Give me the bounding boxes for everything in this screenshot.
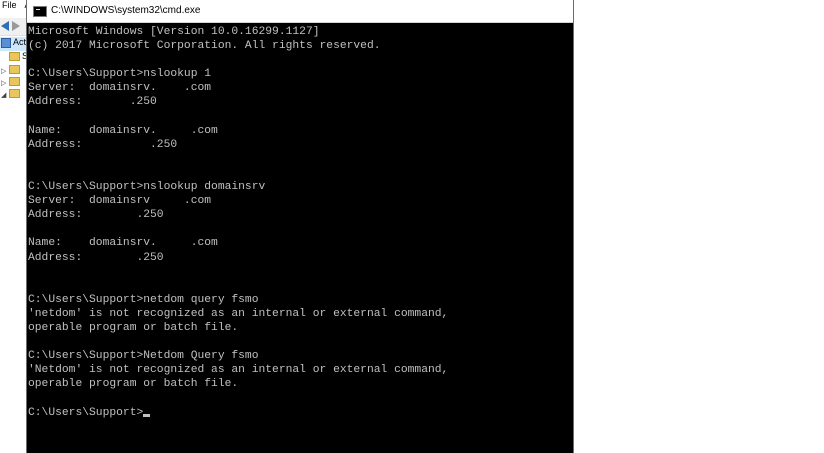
console-line: C:\Users\Support>nslookup 1 xyxy=(28,68,212,81)
console-line: (c) 2017 Microsoft Corporation. All righ… xyxy=(28,40,381,53)
tree-item-label: Activ xyxy=(13,37,27,47)
folder-icon xyxy=(9,52,20,62)
forward-arrow-icon[interactable] xyxy=(12,21,20,31)
cmd-app-icon[interactable] xyxy=(33,6,47,17)
background-menubar: FileA xyxy=(0,0,26,18)
console-line: Name: domainsrv. .com xyxy=(28,124,218,137)
console-prompt-line[interactable]: C:\Users\Support> xyxy=(28,406,568,420)
console-line: Address: .250 xyxy=(28,138,178,151)
console-line: 'Netdom' is not recognized as an interna… xyxy=(28,364,449,377)
console-line: C:\Users\Support>nslookup domainsrv xyxy=(28,181,266,194)
console-line: Microsoft Windows [Version 10.0.16299.11… xyxy=(28,26,320,38)
console-line: 'netdom' is not recognized as an interna… xyxy=(28,307,449,320)
console-line: Address: .250 xyxy=(28,96,157,109)
console-line: Name: domainsrv. .com xyxy=(28,237,218,250)
back-arrow-icon[interactable] xyxy=(1,21,9,31)
console-line: operable program or batch file. xyxy=(28,378,239,391)
cmd-window[interactable]: C:\WINDOWS\system32\cmd.exe Microsoft Wi… xyxy=(26,0,574,453)
folder-icon xyxy=(9,65,20,75)
console-line: operable program or batch file. xyxy=(28,321,239,334)
console-prompt: C:\Users\Support> xyxy=(28,406,144,419)
folder-icon xyxy=(9,77,20,87)
console-line: C:\Users\Support>netdom query fsmo xyxy=(28,293,259,306)
background-toolbar xyxy=(0,18,26,36)
tree-item-saved-queries[interactable]: Sa xyxy=(0,51,26,65)
cmd-titlebar[interactable]: C:\WINDOWS\system32\cmd.exe xyxy=(27,0,573,23)
console-output[interactable]: Microsoft Windows [Version 10.0.16299.11… xyxy=(28,25,568,450)
window-title: C:\WINDOWS\system32\cmd.exe xyxy=(51,5,201,16)
console-line: C:\Users\Support>Netdom Query fsmo xyxy=(28,350,259,363)
background-mmc-window: FileA Activ Sa ▷ ▷ ◢ xyxy=(0,0,27,453)
collapse-chevron-icon[interactable]: ◢ xyxy=(1,91,6,99)
expand-chevron-icon[interactable]: ▷ xyxy=(1,67,6,75)
console-line: Server: domainsrv. .com xyxy=(28,82,212,95)
tree-item-folder[interactable]: ◢ xyxy=(0,88,22,102)
folder-icon xyxy=(9,89,20,99)
console-line: Server: domainsrv .com xyxy=(28,195,212,208)
console-line: Address: .250 xyxy=(28,251,164,264)
text-cursor xyxy=(143,413,151,417)
expand-chevron-icon[interactable]: ▷ xyxy=(1,79,6,87)
tree-item-active-directory[interactable]: Activ xyxy=(0,37,26,51)
menu-file[interactable]: File xyxy=(2,0,17,10)
console-line: Address: .250 xyxy=(28,209,164,222)
active-directory-icon xyxy=(1,37,11,48)
